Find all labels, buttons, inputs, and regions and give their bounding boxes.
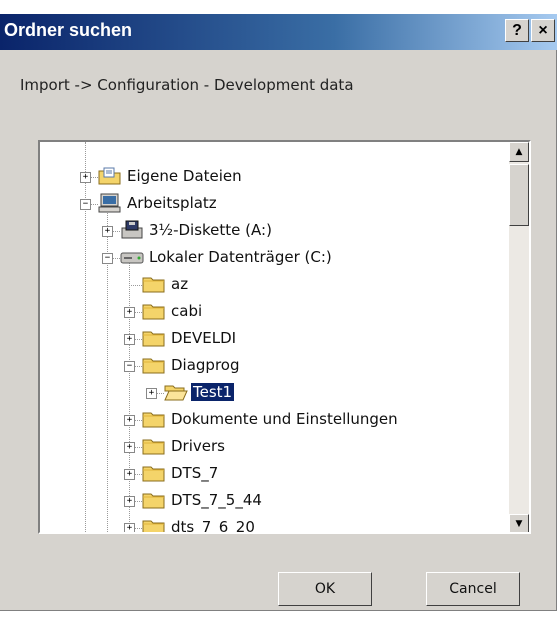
- folder-icon: [142, 490, 166, 510]
- expand-icon[interactable]: +: [124, 415, 135, 426]
- tree-item-label: Lokaler Datenträger (C:): [149, 248, 332, 266]
- tree-item-label: DEVELDI: [171, 329, 237, 347]
- tree-item-label: cabi: [171, 302, 203, 320]
- computer-icon: [98, 193, 122, 213]
- expand-icon[interactable]: +: [124, 523, 135, 532]
- folder-icon: [142, 436, 166, 456]
- expand-icon[interactable]: +: [124, 334, 135, 345]
- tree-item-label: Diagprog: [171, 356, 240, 374]
- folder-icon: [142, 328, 166, 348]
- scroll-up-button[interactable]: ▲: [509, 142, 529, 162]
- tree-item-label: Drivers: [171, 437, 225, 455]
- collapse-icon[interactable]: −: [80, 199, 91, 210]
- scroll-down-button[interactable]: ▼: [509, 514, 529, 532]
- expand-icon[interactable]: +: [146, 388, 157, 399]
- folder-icon: [142, 463, 166, 483]
- folder-icon: [142, 274, 166, 294]
- tree-item-label: Arbeitsplatz: [127, 194, 217, 212]
- tree-item-label: DTS_7: [171, 464, 219, 482]
- tree-item-label: dts_7_6_20: [171, 518, 255, 534]
- tree-connector-line: [129, 259, 130, 532]
- collapse-icon[interactable]: −: [124, 361, 135, 372]
- my-documents-icon: [98, 166, 122, 186]
- ok-button[interactable]: OK: [278, 572, 372, 606]
- tree-item-label: 3½-Diskette (A:): [149, 221, 272, 239]
- tree-item-label: DTS_7_5_44: [171, 491, 262, 509]
- expand-icon[interactable]: +: [102, 226, 113, 237]
- folder-icon: [142, 409, 166, 429]
- browse-folder-dialog: Ordner suchen ? × Import -> Configuratio…: [0, 14, 557, 611]
- expand-icon[interactable]: +: [124, 469, 135, 480]
- scroll-thumb[interactable]: [509, 164, 529, 226]
- hard-drive-icon: [120, 247, 144, 267]
- collapse-icon[interactable]: −: [102, 253, 113, 264]
- expand-icon[interactable]: +: [124, 496, 135, 507]
- title-bar[interactable]: Ordner suchen ? ×: [0, 14, 557, 50]
- expand-icon[interactable]: +: [124, 307, 135, 318]
- open-folder-icon: [164, 382, 188, 402]
- folder-icon: [142, 355, 166, 375]
- expand-icon[interactable]: +: [124, 442, 135, 453]
- folder-icon: [142, 301, 166, 321]
- vertical-scrollbar[interactable]: ▲ ▼: [509, 142, 529, 532]
- cancel-button[interactable]: Cancel: [426, 572, 520, 606]
- dialog-title: Ordner suchen: [4, 20, 133, 40]
- tree-item-label: Dokumente und Einstellungen: [171, 410, 398, 428]
- floppy-drive-icon: [120, 220, 144, 240]
- tree-item-label: Test1: [191, 383, 235, 401]
- tree-connector-line: [129, 285, 142, 286]
- folder-tree[interactable]: + Eigene Dateien − Arbeitsplatz +3½-Diskette…: [38, 140, 531, 534]
- folder-icon: [142, 517, 166, 532]
- tree-item-label: Eigene Dateien: [127, 167, 242, 185]
- tree-item-label: az: [171, 275, 189, 293]
- folder-tree-content: + Eigene Dateien − Arbeitsplatz +3½-Diskette…: [40, 142, 511, 534]
- expand-icon[interactable]: +: [80, 172, 91, 183]
- close-button[interactable]: ×: [531, 19, 555, 42]
- dialog-description: Import -> Configuration - Development da…: [20, 76, 354, 94]
- help-button[interactable]: ?: [505, 19, 529, 42]
